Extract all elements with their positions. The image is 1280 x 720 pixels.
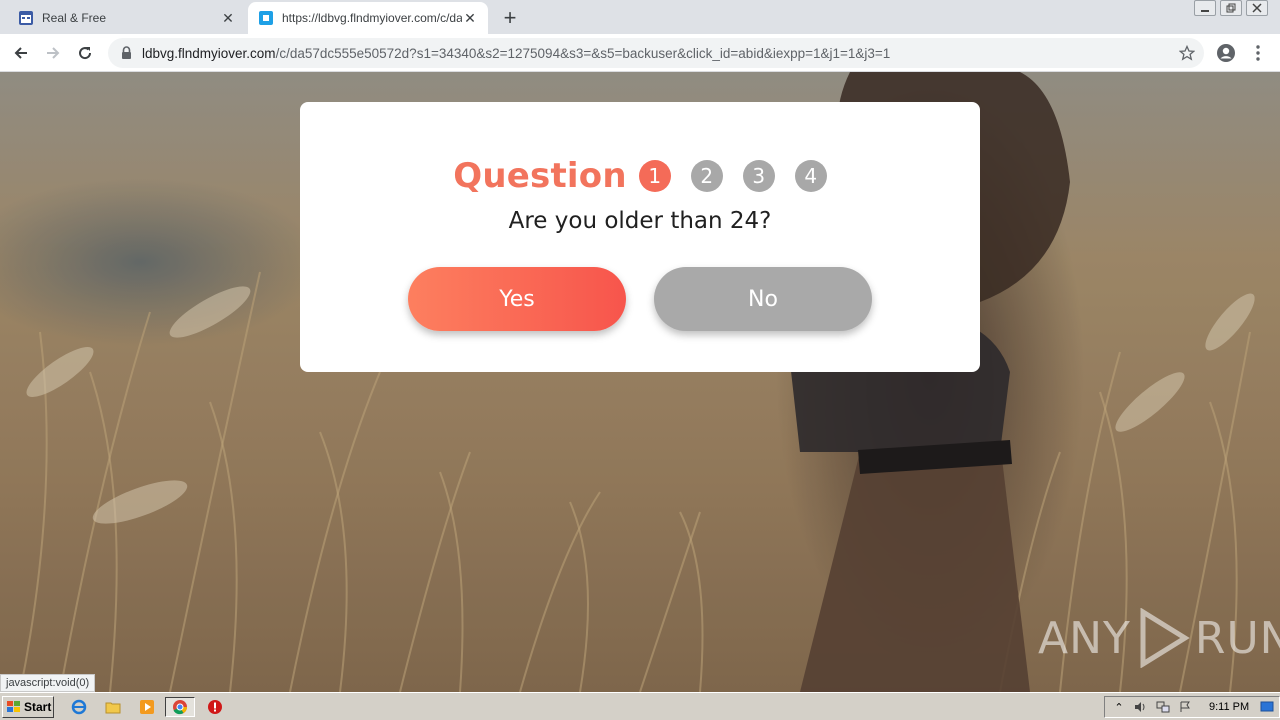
clock: 9:11 PM [1209, 701, 1250, 713]
system-tray: ⌃ 9:11 PM [1104, 696, 1280, 718]
question-header: Question 1 2 3 4 [300, 154, 980, 198]
media-player-icon[interactable] [136, 697, 158, 717]
tab-title: https://ldbvg.flndmyiover.com/c/da5 [282, 11, 462, 25]
address-bar[interactable]: ldbvg.flndmyiover.com/c/da57dc555e50572d… [108, 38, 1204, 68]
forward-arrow-icon[interactable] [40, 40, 66, 66]
question-heading: Question [453, 156, 627, 196]
restore-icon[interactable] [1220, 0, 1242, 16]
start-button[interactable]: Start [2, 696, 54, 718]
account-icon[interactable] [1214, 41, 1238, 65]
question-text: Are you older than 24? [508, 208, 772, 234]
minimize-icon[interactable] [1194, 0, 1216, 16]
step-indicator-4: 4 [794, 160, 827, 192]
close-tab-icon[interactable]: ✕ [462, 10, 478, 26]
url-text: ldbvg.flndmyiover.com/c/da57dc555e50572d… [142, 46, 890, 61]
windows-taskbar: Start ⌃ 9:11 PM [0, 692, 1280, 720]
tab-real-free[interactable]: Real & Free ✕ [8, 2, 246, 34]
tray-expand-icon[interactable]: ⌃ [1111, 700, 1127, 714]
step-indicator-2: 2 [690, 160, 723, 192]
stop-icon[interactable] [204, 697, 226, 717]
lock-icon[interactable] [120, 46, 132, 60]
start-label: Start [24, 700, 52, 714]
reload-icon[interactable] [72, 40, 98, 66]
url-path: /c/da57dc555e50572d?s1=34340&s2=1275094&… [275, 45, 891, 61]
explorer-icon[interactable] [102, 697, 124, 717]
url-host: ldbvg.flndmyiover.com [142, 45, 276, 61]
watermark-left: ANY [1038, 612, 1131, 664]
action-center-flag-icon[interactable] [1177, 700, 1193, 714]
ie-icon[interactable] [68, 697, 90, 717]
anyrun-watermark: ANY RUN [1038, 608, 1280, 668]
step-indicator-3: 3 [742, 160, 775, 192]
yes-button[interactable]: Yes [408, 267, 626, 331]
browser-toolbar: ldbvg.flndmyiover.com/c/da57dc555e50572d… [0, 34, 1280, 72]
bookmark-star-icon[interactable] [1178, 44, 1196, 62]
tab-findmylover[interactable]: https://ldbvg.flndmyiover.com/c/da5 ✕ [248, 2, 488, 34]
watermark-right: RUN [1194, 612, 1280, 664]
new-tab-icon[interactable]: + [498, 5, 522, 30]
back-arrow-icon[interactable] [8, 40, 34, 66]
chrome-icon[interactable] [165, 697, 195, 717]
step-indicator-1: 1 [638, 160, 671, 192]
page-viewport: Question 1 2 3 4 Are you older than 24? … [0, 72, 1280, 692]
tab-title: Real & Free [42, 11, 107, 25]
site-favicon-icon [258, 10, 274, 26]
windows-flag-icon [7, 701, 20, 712]
no-button[interactable]: No [654, 267, 872, 331]
window-controls [1194, 0, 1268, 18]
show-desktop-icon[interactable] [1259, 700, 1275, 714]
play-logo-icon [1140, 608, 1190, 668]
close-tab-icon[interactable]: ✕ [220, 10, 236, 26]
more-menu-icon[interactable] [1248, 41, 1268, 65]
network-icon[interactable] [1155, 700, 1171, 714]
status-bubble: javascript:void(0) [0, 674, 96, 692]
quiz-modal: Question 1 2 3 4 Are you older than 24? … [300, 102, 980, 372]
close-window-icon[interactable] [1246, 0, 1268, 16]
tab-strip: Real & Free ✕ https://ldbvg.flndmyiover.… [0, 0, 1280, 34]
volume-icon[interactable] [1133, 700, 1149, 714]
calendar-favicon-icon [18, 10, 34, 26]
